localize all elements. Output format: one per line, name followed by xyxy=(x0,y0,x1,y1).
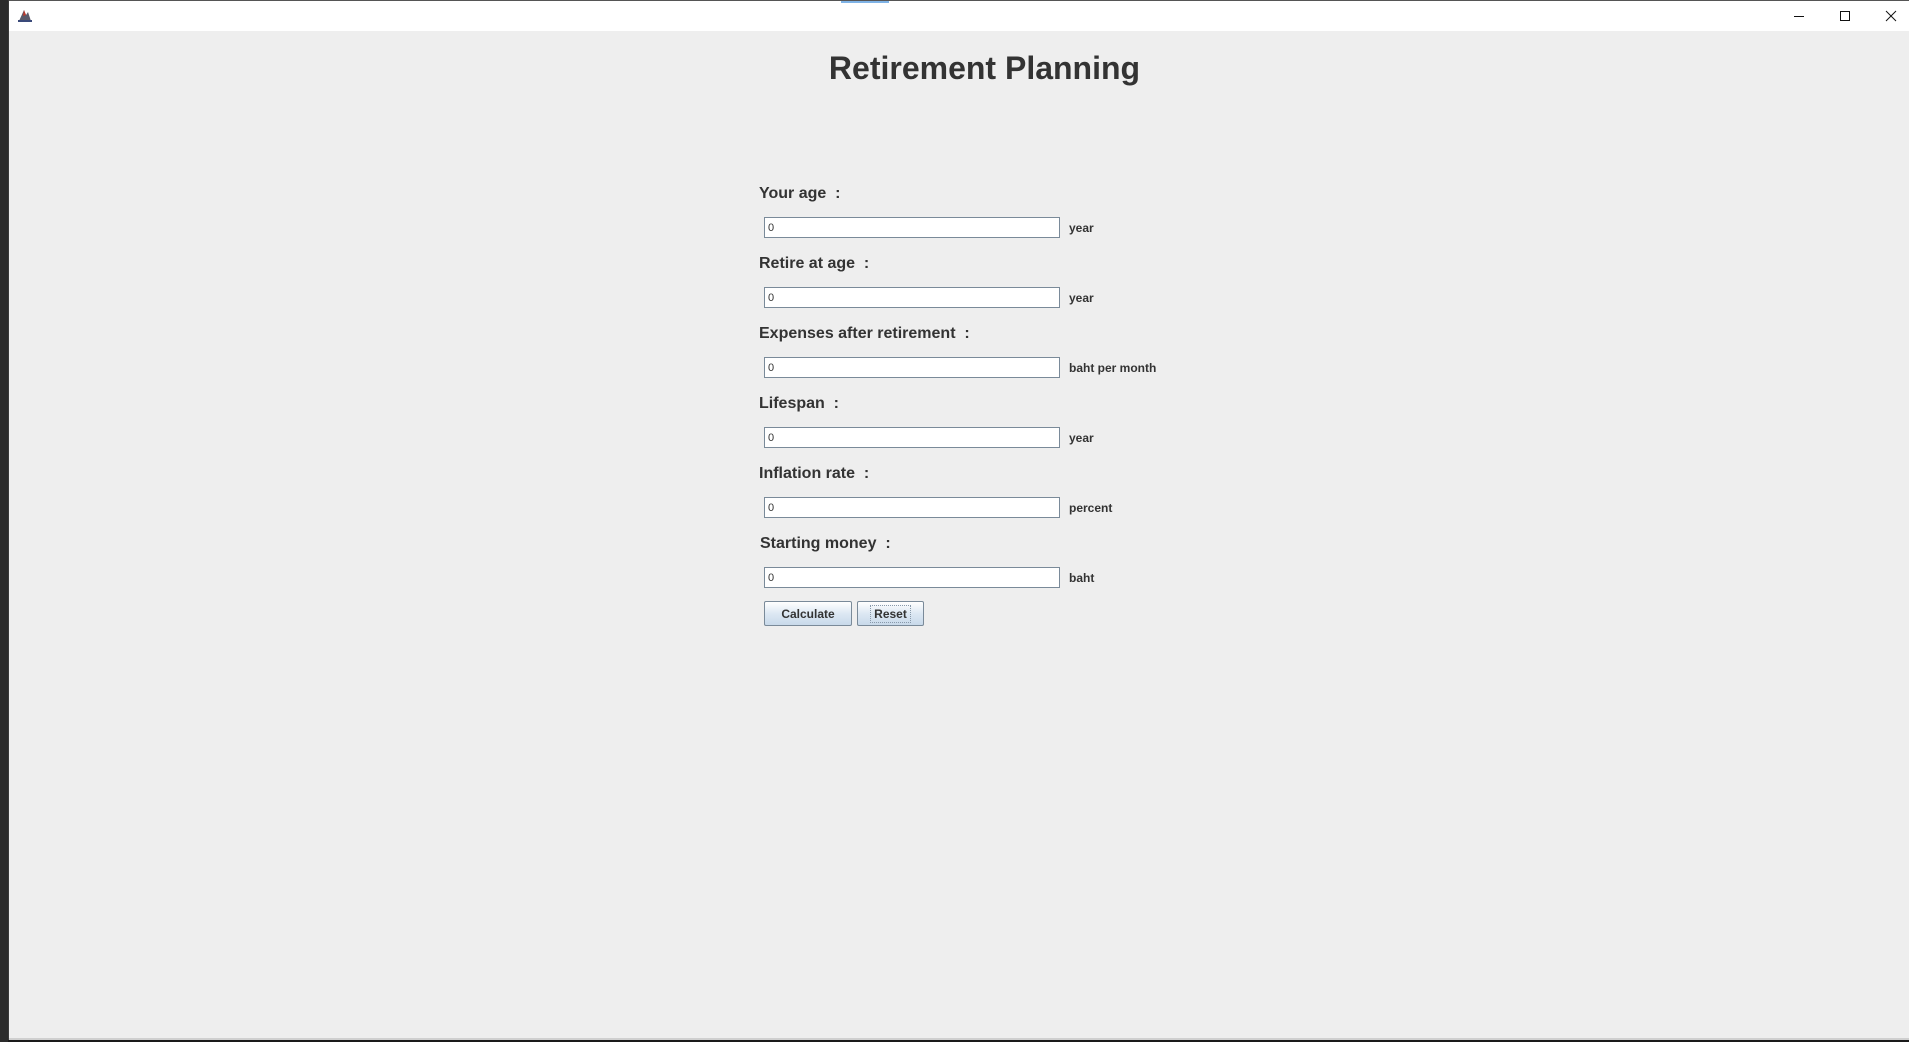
retire-age-unit: year xyxy=(1069,291,1094,305)
inflation-unit: percent xyxy=(1069,501,1113,515)
maximize-button[interactable] xyxy=(1822,1,1868,31)
title-bar[interactable] xyxy=(9,0,1909,31)
title-bar-accent xyxy=(841,1,889,3)
starting-money-input[interactable] xyxy=(764,567,1060,588)
inflation-input[interactable] xyxy=(764,497,1060,518)
retire-age-label: Retire at age : xyxy=(759,255,870,272)
expenses-input[interactable] xyxy=(764,357,1060,378)
close-icon xyxy=(1885,10,1897,22)
reset-button[interactable]: Reset xyxy=(857,601,924,626)
starting-money-unit: baht xyxy=(1069,571,1095,585)
retire-age-input[interactable] xyxy=(764,287,1060,308)
your-age-label: Your age : xyxy=(759,185,841,202)
lifespan-label: Lifespan : xyxy=(759,395,840,412)
starting-money-label: Starting money : xyxy=(760,535,891,552)
window-bottom-edge xyxy=(9,1038,1909,1040)
lifespan-input[interactable] xyxy=(764,427,1060,448)
expenses-label: Expenses after retirement : xyxy=(759,325,970,342)
java-app-icon xyxy=(17,7,33,23)
maximize-icon xyxy=(1840,11,1850,21)
calculate-button[interactable]: Calculate xyxy=(764,601,852,626)
expenses-unit: baht per month xyxy=(1069,361,1157,375)
your-age-unit: year xyxy=(1069,221,1094,235)
minimize-button[interactable] xyxy=(1776,1,1822,31)
your-age-input[interactable] xyxy=(764,217,1060,238)
page-title: Retirement Planning xyxy=(828,50,1141,86)
close-button[interactable] xyxy=(1868,1,1909,31)
minimize-icon xyxy=(1794,16,1804,17)
app-window: Retirement Planning Your age : year Reti… xyxy=(8,0,1909,1040)
desktop-edge xyxy=(0,0,8,1042)
lifespan-unit: year xyxy=(1069,431,1094,445)
reset-button-label: Reset xyxy=(870,604,911,623)
inflation-label: Inflation rate : xyxy=(759,465,870,482)
